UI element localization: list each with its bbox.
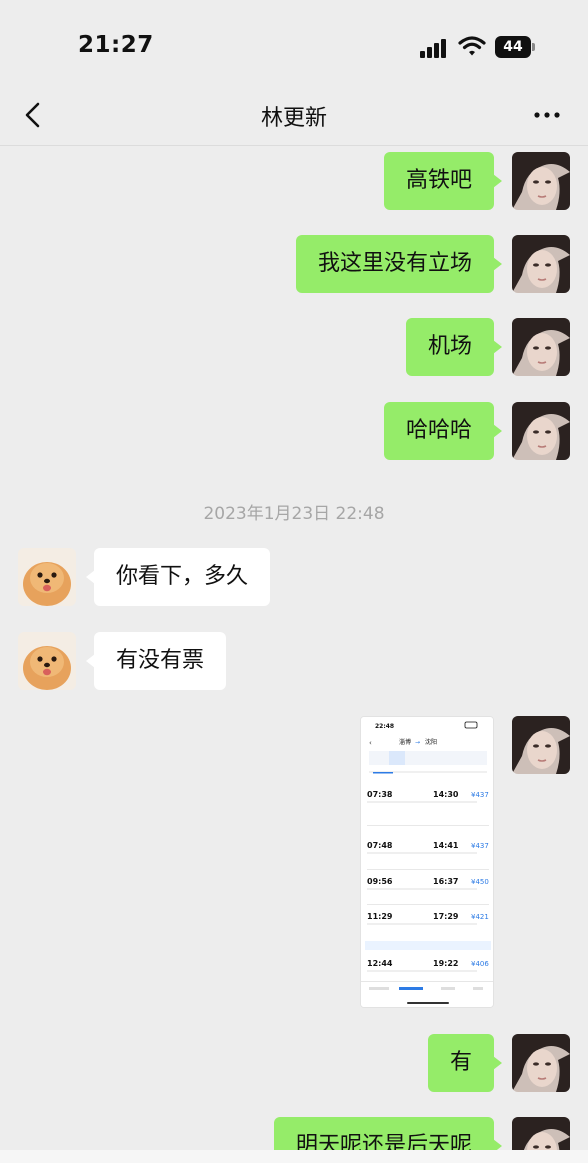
svg-text:17:29: 17:29: [433, 912, 459, 921]
message-bubble[interactable]: 哈哈哈: [383, 402, 503, 460]
message-bubble[interactable]: 机场: [405, 318, 503, 376]
svg-text:07:48: 07:48: [367, 841, 393, 850]
message-bubble[interactable]: 有: [427, 1034, 503, 1092]
svg-text:14:30: 14:30: [433, 790, 459, 799]
svg-text:→: →: [415, 739, 420, 746]
message-bubble[interactable]: 有没有票: [85, 632, 227, 690]
svg-text:¥421: ¥421: [471, 913, 489, 921]
screenshot-route-from: 淄博: [399, 738, 411, 746]
my-avatar[interactable]: [512, 235, 570, 293]
svg-text:19:22: 19:22: [433, 959, 458, 968]
my-avatar[interactable]: [512, 318, 570, 376]
svg-text:16:37: 16:37: [433, 877, 458, 886]
screenshot-time: 22:48: [375, 723, 394, 730]
svg-text:14:41: 14:41: [433, 841, 459, 850]
contact-avatar[interactable]: [18, 548, 76, 606]
contact-avatar[interactable]: [18, 632, 76, 690]
message-bubble[interactable]: 你看下，多久: [85, 548, 271, 606]
svg-text:09:56: 09:56: [367, 877, 393, 886]
my-avatar[interactable]: [512, 152, 570, 210]
svg-text:¥406: ¥406: [471, 960, 489, 968]
my-avatar[interactable]: [512, 402, 570, 460]
svg-text:¥437: ¥437: [471, 791, 489, 799]
timestamp: 2023年1月23日 22:48: [203, 504, 385, 524]
my-avatar[interactable]: [512, 1034, 570, 1092]
svg-text:‹: ‹: [369, 739, 372, 747]
svg-text:11:29: 11:29: [367, 912, 393, 921]
chat-area[interactable]: 高铁吧 我这里没有立场 机场 哈哈哈 2023年1月23日 22:48 你看下，…: [0, 146, 588, 1163]
more-icon[interactable]: [532, 102, 562, 128]
message-bubble[interactable]: 我这里没有立场: [295, 235, 503, 293]
nav-bar: 林更新: [0, 90, 588, 146]
battery-level: 44: [495, 36, 531, 58]
my-avatar[interactable]: [512, 716, 570, 774]
svg-text:¥450: ¥450: [471, 878, 489, 886]
signal-icon: [420, 38, 448, 58]
svg-text:07:38: 07:38: [367, 790, 393, 799]
battery-icon: 44: [495, 36, 535, 58]
message-bubble[interactable]: 高铁吧: [383, 152, 503, 210]
image-message[interactable]: 22:48 ‹ 淄博 → 沈阳 07:38 14:30 ¥437 07:48 1…: [360, 716, 494, 1008]
svg-text:12:44: 12:44: [367, 959, 393, 968]
chat-title: 林更新: [260, 106, 327, 131]
wifi-icon: [458, 36, 486, 56]
svg-text:¥437: ¥437: [471, 842, 489, 850]
status-time: 21:27: [78, 32, 154, 58]
status-bar: 21:27 44: [0, 0, 588, 90]
screenshot-route-to: 沈阳: [425, 738, 437, 746]
input-bar-edge: [0, 1150, 588, 1163]
